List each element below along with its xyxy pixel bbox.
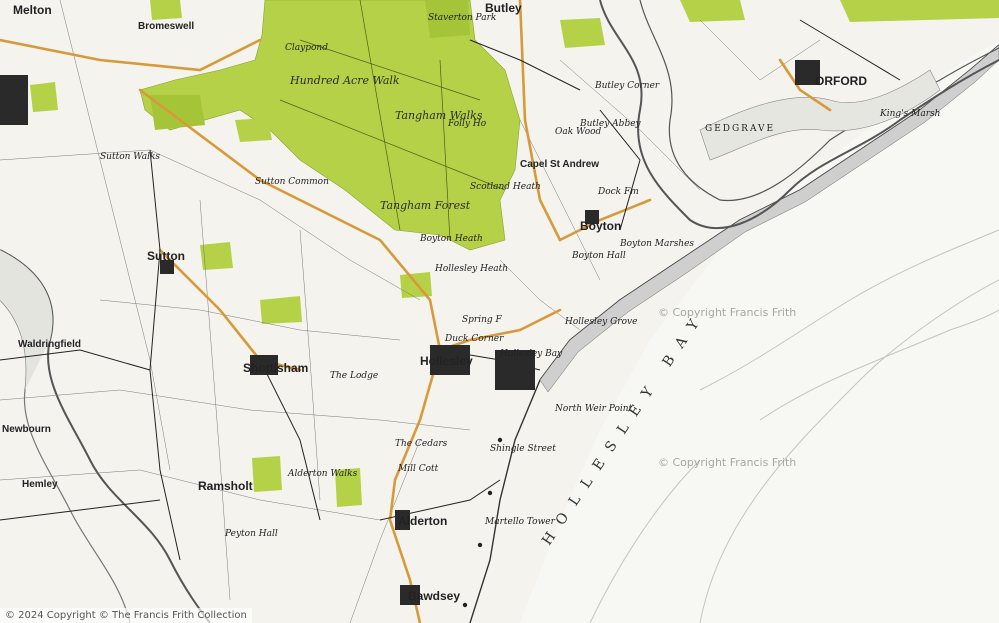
label-alderton: Alderton bbox=[398, 514, 448, 528]
label-sutton: Sutton bbox=[147, 249, 185, 263]
label-duck-corner: Duck Corner bbox=[445, 334, 504, 344]
label-butley-abbey: Butley Abbey bbox=[580, 119, 641, 129]
label-peyton-hall: Peyton Hall bbox=[225, 529, 278, 539]
label-bromeswell: Bromeswell bbox=[138, 21, 195, 32]
label-alderton-walks: Alderton Walks bbox=[288, 469, 358, 479]
label-hollesley-bay-village: Hollesley Bay bbox=[500, 349, 563, 359]
label-butley-corner: Butley Corner bbox=[595, 81, 660, 91]
watermark: © Copyright Francis Frith bbox=[658, 306, 797, 319]
label-boyton-heath: Boyton Heath bbox=[420, 234, 483, 244]
label-shottisham: Shottisham bbox=[243, 361, 309, 375]
forest-block bbox=[840, 0, 999, 22]
label-martello-tower: Martello Tower bbox=[485, 517, 555, 527]
label-claypond: Claypond bbox=[285, 43, 328, 53]
label-waldringfield: Waldringfield bbox=[18, 339, 81, 350]
label-scotland-heath: Scotland Heath bbox=[470, 182, 541, 192]
forest-block bbox=[235, 118, 272, 142]
label-ramsholt: Ramsholt bbox=[198, 479, 253, 493]
forest-block bbox=[560, 18, 605, 48]
forest-block bbox=[252, 456, 282, 492]
map-canvas bbox=[0, 0, 999, 623]
deben-hatch bbox=[0, 250, 53, 390]
label-hollesley-heath: Hollesley Heath bbox=[435, 264, 509, 274]
label-tangham-forest: Tangham Forest bbox=[380, 199, 471, 212]
label-sutton-common: Sutton Common bbox=[255, 177, 329, 187]
label-spring-fm: Spring F bbox=[462, 315, 502, 325]
forest-block bbox=[150, 95, 205, 130]
label-mill-cott: Mill Cott bbox=[398, 464, 439, 474]
label-the-cedars: The Cedars bbox=[395, 439, 448, 449]
label-newbourn: Newbourn bbox=[2, 424, 51, 435]
label-the-lodge: The Lodge bbox=[330, 371, 379, 381]
label-boyton-marshes: Boyton Marshes bbox=[620, 239, 695, 249]
label-hundred-acre-walk: Hundred Acre Walk bbox=[290, 74, 400, 87]
label-hemley: Hemley bbox=[22, 479, 58, 490]
label-boyton: Boyton bbox=[580, 219, 622, 233]
label-kings-marsh: King's Marsh bbox=[880, 109, 941, 119]
label-sutton-walks: Sutton Walks bbox=[100, 152, 161, 162]
forest-block bbox=[680, 0, 745, 22]
label-oak-wood: Oak Wood bbox=[555, 127, 602, 137]
label-gedgrave: GEDGRAVE bbox=[705, 124, 776, 134]
watermark: © Copyright Francis Frith bbox=[658, 456, 797, 469]
label-dock-fm: Dock Fm bbox=[598, 187, 639, 197]
label-folly-ho: Folly Ho bbox=[448, 119, 487, 129]
label-hollesley-grove: Hollesley Grove bbox=[565, 317, 638, 327]
label-staverton-park: Staverton Park bbox=[428, 13, 497, 23]
forest-block bbox=[150, 0, 182, 20]
label-boyton-hall: Boyton Hall bbox=[572, 251, 626, 261]
label-hollesley: Hollesley bbox=[420, 354, 473, 368]
map-viewport[interactable]: Melton Bromeswell Sutton Shottisham Rams… bbox=[0, 0, 999, 623]
forest-block bbox=[260, 296, 302, 324]
forest-block bbox=[30, 82, 58, 112]
copyright-footer: © 2024 Copyright © The Francis Frith Col… bbox=[0, 608, 252, 623]
label-orford: ORFORD bbox=[815, 74, 867, 88]
label-north-weir-point: North Weir Point bbox=[555, 404, 633, 414]
label-shingle-street: Shingle Street bbox=[490, 444, 556, 454]
label-bawdsey: Bawdsey bbox=[408, 589, 461, 603]
label-melton: Melton bbox=[13, 3, 52, 17]
label-capel-st-andrew: Capel St Andrew bbox=[520, 159, 600, 170]
